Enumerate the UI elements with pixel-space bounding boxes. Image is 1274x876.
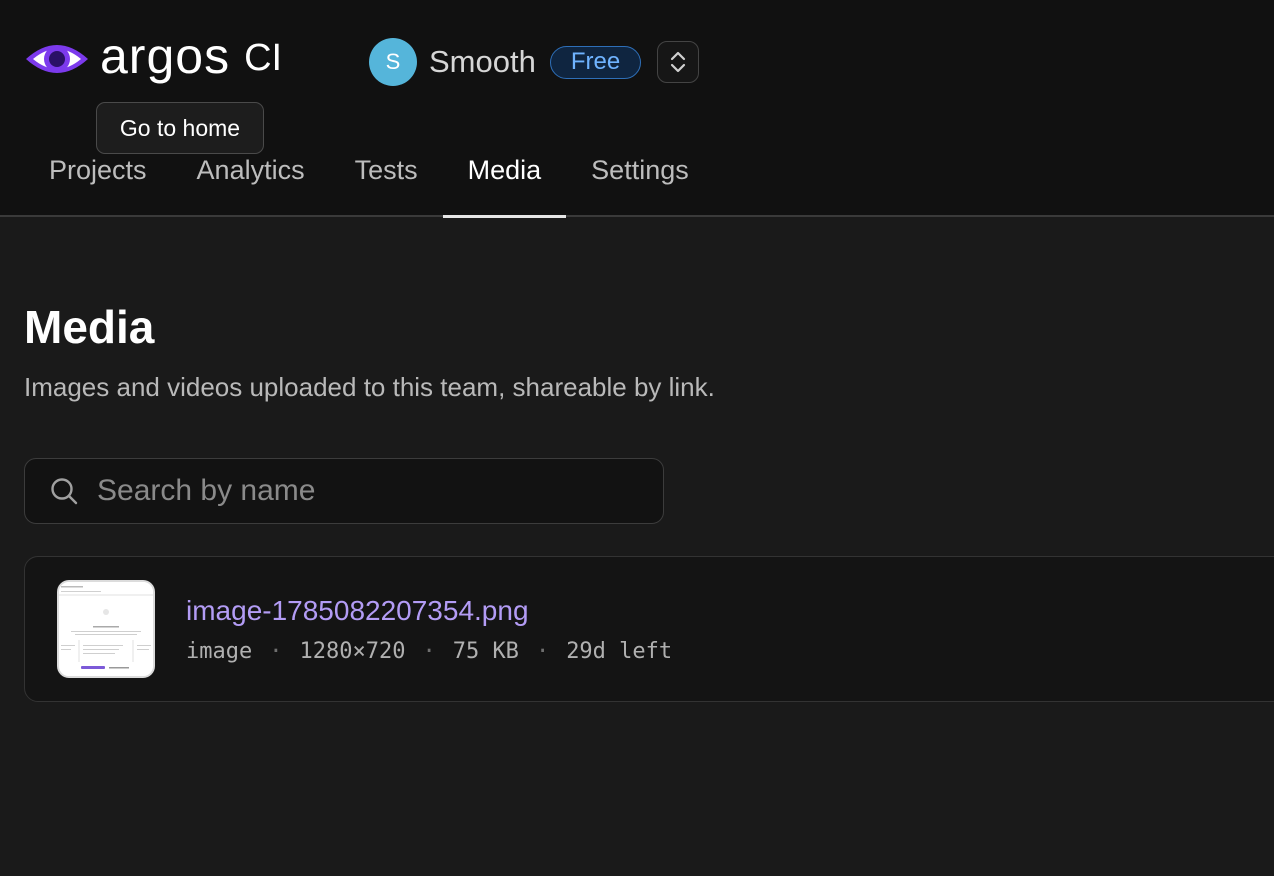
meta-separator: ·	[535, 639, 550, 664]
screenshot-preview-icon	[59, 582, 153, 676]
media-file-link[interactable]: image-1785082207354.png	[186, 595, 529, 627]
meta-separator: ·	[422, 639, 436, 664]
home-tooltip: Go to home	[96, 102, 264, 154]
media-item[interactable]: image-1785082207354.png image · 1280×720…	[24, 556, 1274, 702]
page-subtitle: Images and videos uploaded to this team,…	[24, 372, 715, 402]
search-box	[24, 458, 664, 524]
tab-tests[interactable]: Tests	[330, 130, 443, 217]
team-switcher: S Smooth Free	[369, 38, 700, 86]
tab-media[interactable]: Media	[442, 130, 567, 218]
team-name[interactable]: Smooth	[429, 44, 536, 80]
plan-badge[interactable]: Free	[549, 45, 642, 79]
media-thumbnail[interactable]	[57, 580, 155, 678]
search-icon	[51, 478, 78, 505]
team-avatar[interactable]: S	[369, 38, 417, 86]
tab-settings[interactable]: Settings	[566, 130, 714, 217]
search-input[interactable]	[97, 474, 637, 508]
brand-suffix: CI	[244, 37, 283, 79]
app-header: argos CI S Smooth Free Go to home Projec…	[0, 0, 1274, 218]
home-logo-link[interactable]: argos CI	[24, 28, 283, 84]
media-size: 75 KB	[452, 639, 519, 664]
media-expiry: 29d left	[566, 639, 673, 664]
media-type: image	[186, 639, 253, 664]
brand-name: argos	[100, 28, 231, 84]
team-switch-button[interactable]	[657, 41, 700, 83]
page-title: Media	[24, 301, 155, 353]
media-file-meta: image · 1280×720 · 75 KB · 29d left	[186, 639, 672, 664]
media-dimensions: 1280×720	[299, 639, 406, 664]
chevron-up-down-icon	[671, 51, 686, 73]
argos-eye-icon	[26, 45, 88, 73]
meta-separator: ·	[269, 639, 283, 664]
